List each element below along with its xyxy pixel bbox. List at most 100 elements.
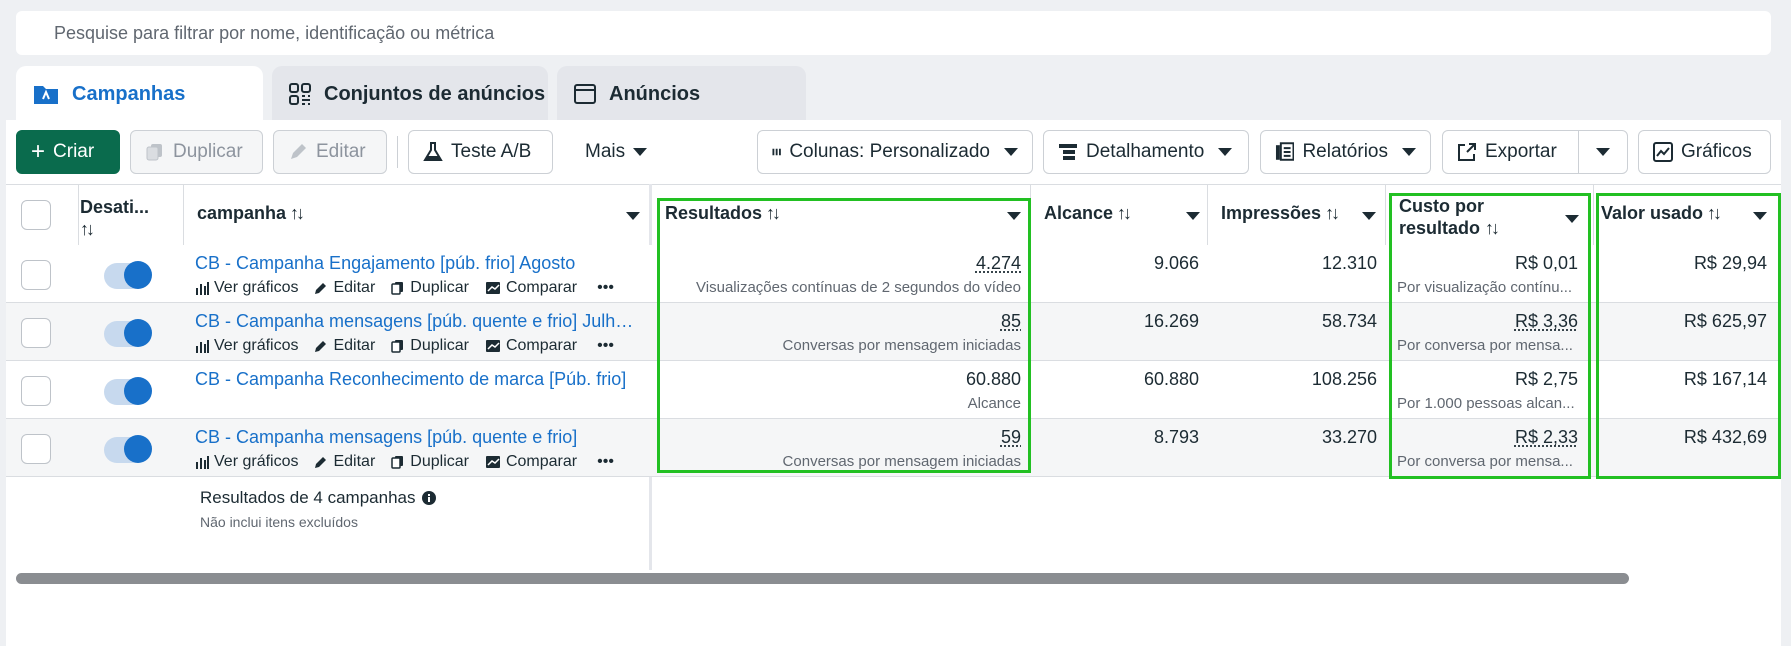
charts-label: Gráficos	[1681, 141, 1752, 162]
action-label: Editar	[333, 279, 376, 296]
plus-icon: +	[31, 138, 46, 165]
export-dropdown-button[interactable]	[1578, 130, 1628, 174]
results-highlight	[657, 198, 1031, 473]
horizontal-scrollbar[interactable]	[16, 573, 1629, 584]
reach-value: 8.793	[1153, 427, 1199, 447]
divider	[397, 136, 398, 168]
reports-button[interactable]: Relatórios	[1260, 130, 1431, 174]
pencil-icon	[291, 144, 306, 159]
chevron-down-icon[interactable]	[1362, 212, 1376, 220]
more-options-icon[interactable]: •••	[597, 337, 614, 355]
charts-button[interactable]: Gráficos	[1638, 130, 1771, 174]
export-icon	[1458, 143, 1476, 161]
more-label: Mais	[585, 141, 626, 162]
chevron-down-icon[interactable]	[1186, 212, 1200, 220]
campaign-name-link[interactable]: CB - Campanha Engajamento [púb. frio] Ag…	[195, 253, 575, 274]
more-button[interactable]: Mais	[571, 130, 661, 174]
impressions-value: 58.734	[1321, 311, 1377, 331]
edit-action[interactable]: Editar	[314, 279, 375, 297]
results-summary: Resultados de 4 campanhas	[200, 488, 437, 508]
export-button[interactable]: Exportar	[1442, 130, 1579, 174]
campaign-status-toggle[interactable]	[104, 377, 152, 405]
bar-chart-icon	[195, 339, 209, 353]
chevron-down-icon	[1596, 148, 1610, 156]
row-checkbox[interactable]	[21, 318, 51, 348]
campaign-column-header[interactable]: campanha ↑↓	[197, 203, 305, 224]
sort-icon: ↑↓	[1325, 203, 1340, 223]
charts-action[interactable]: Ver gráficos	[195, 453, 298, 471]
tab-label: Anúncios	[609, 82, 701, 105]
table-divider	[1207, 184, 1208, 245]
columns-button[interactable]: Colunas: Personalizado	[757, 130, 1033, 174]
impressions-column-header[interactable]: Impressões ↑↓	[1221, 203, 1340, 224]
edit-action[interactable]: Editar	[314, 453, 375, 471]
table-divider	[78, 184, 79, 245]
duplicate-action[interactable]: Duplicar	[391, 453, 469, 471]
tab-campanhas[interactable]: Campanhas	[16, 66, 263, 122]
compare-action[interactable]: Comparar	[485, 453, 577, 471]
ab-test-button[interactable]: Teste A/B	[408, 130, 553, 174]
row-checkbox[interactable]	[21, 376, 51, 406]
tab-label: Campanhas	[72, 82, 186, 105]
column-header-label: campanha	[197, 203, 287, 223]
results-summary-note: Não inclui itens excluídos	[200, 514, 358, 530]
tab-anuncios[interactable]: Anúncios	[557, 66, 806, 122]
compare-action[interactable]: Comparar	[485, 337, 577, 355]
breakdown-label: Detalhamento	[1086, 141, 1205, 162]
row-checkbox[interactable]	[21, 434, 51, 464]
toggle-column-header[interactable]: Desati... ↑↓	[80, 196, 149, 240]
action-label: Editar	[333, 337, 376, 354]
more-options-icon[interactable]: •••	[597, 453, 614, 471]
breakdown-button[interactable]: Detalhamento	[1043, 130, 1249, 174]
table-divider	[1385, 184, 1386, 245]
chevron-down-icon	[1402, 148, 1416, 156]
pencil-icon	[314, 455, 328, 469]
info-icon[interactable]	[421, 490, 437, 506]
select-all-checkbox[interactable]	[21, 200, 51, 230]
tab-conjuntos[interactable]: Conjuntos de anúncios	[272, 66, 548, 122]
edit-action[interactable]: Editar	[314, 337, 375, 355]
campaign-status-toggle[interactable]	[104, 435, 152, 463]
toolbar: + Criar Duplicar Editar Teste A/B Mais C…	[16, 130, 1781, 176]
chevron-down-icon[interactable]	[626, 212, 640, 220]
column-header-label: Alcance	[1044, 203, 1114, 223]
copy-icon	[146, 144, 162, 161]
reach-column-header[interactable]: Alcance ↑↓	[1044, 203, 1132, 224]
action-label: Duplicar	[410, 337, 469, 354]
campaign-name-link[interactable]: CB - Campanha Reconhecimento de marca [P…	[195, 369, 626, 390]
impressions-value: 12.310	[1321, 253, 1377, 273]
duplicate-action[interactable]: Duplicar	[391, 337, 469, 355]
action-label: Ver gráficos	[214, 279, 299, 296]
spent-highlight	[1596, 193, 1781, 479]
campaign-status-toggle[interactable]	[104, 319, 152, 347]
more-options-icon[interactable]: •••	[597, 279, 614, 297]
row-actions: Ver gráficos Editar Duplicar Comparar •••	[195, 337, 614, 355]
create-button[interactable]: + Criar	[16, 130, 120, 174]
campaign-status-toggle[interactable]	[104, 261, 152, 289]
action-label: Editar	[333, 453, 376, 470]
compare-action[interactable]: Comparar	[485, 279, 577, 297]
reach-value: 9.066	[1153, 253, 1199, 273]
row-checkbox[interactable]	[21, 260, 51, 290]
search-input[interactable]: Pesquise para filtrar por nome, identifi…	[16, 11, 1771, 55]
charts-action[interactable]: Ver gráficos	[195, 279, 298, 297]
charts-action[interactable]: Ver gráficos	[195, 337, 298, 355]
create-label: Criar	[53, 141, 95, 162]
columns-icon	[772, 148, 781, 156]
campaign-name-link[interactable]: CB - Campanha mensagens [púb. quente e f…	[195, 311, 635, 332]
bar-chart-icon	[195, 455, 209, 469]
tab-label: Conjuntos de anúncios	[324, 82, 546, 105]
sort-icon: ↑↓	[290, 203, 305, 223]
edit-button[interactable]: Editar	[273, 130, 387, 174]
action-label: Comparar	[505, 279, 578, 296]
duplicate-action[interactable]: Duplicar	[391, 279, 469, 297]
action-label: Duplicar	[410, 279, 469, 296]
action-label: Ver gráficos	[214, 337, 299, 354]
column-header-label: Impressões	[1221, 203, 1322, 223]
compare-icon	[485, 455, 501, 469]
action-label: Duplicar	[410, 453, 469, 470]
edit-label: Editar	[316, 141, 366, 162]
ab-test-label: Teste A/B	[451, 141, 532, 162]
duplicate-button[interactable]: Duplicar	[130, 130, 263, 174]
campaign-name-link[interactable]: CB - Campanha mensagens [púb. quente e f…	[195, 427, 577, 448]
